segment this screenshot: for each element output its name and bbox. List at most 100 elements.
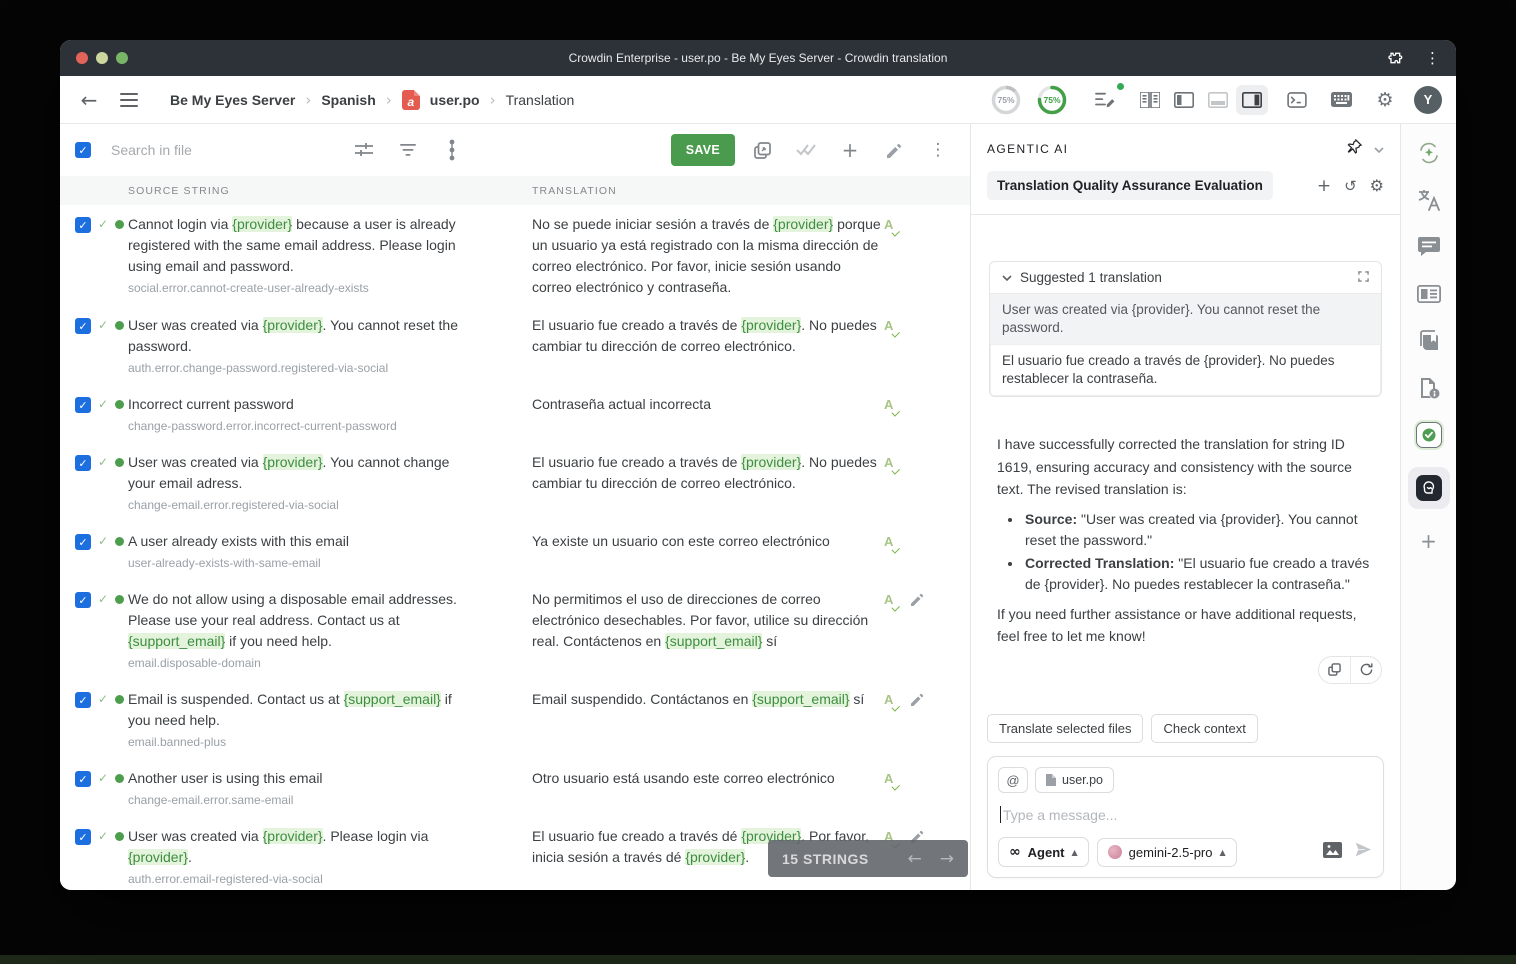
spellcheck-icon[interactable]: A — [884, 693, 893, 707]
source-string[interactable]: Email is suspended. Contact us at {suppo… — [128, 689, 472, 731]
more-options-icon[interactable]: ⋮ — [921, 134, 955, 166]
edit-translation-icon[interactable] — [911, 693, 924, 711]
copy-source-icon[interactable] — [745, 134, 779, 166]
breadcrumb-file[interactable]: user.po — [430, 92, 480, 108]
translation-text[interactable]: El usuario fue creado a través de {provi… — [532, 315, 884, 357]
context-card-icon[interactable] — [1414, 279, 1444, 309]
layout-bottom-panel-icon[interactable] — [1202, 85, 1234, 115]
keyboard-shortcuts-icon[interactable] — [1326, 85, 1356, 115]
spellcheck-icon[interactable]: A — [884, 456, 893, 470]
select-all-checkbox[interactable]: ✓ — [75, 142, 91, 158]
qa-checker-app-icon[interactable] — [1414, 420, 1444, 450]
translation-text[interactable]: No se puede iniciar sesión a través de {… — [532, 214, 884, 298]
string-order-icon[interactable] — [435, 134, 469, 166]
spellcheck-icon[interactable]: A — [884, 319, 893, 333]
breadcrumb-language[interactable]: Spanish — [321, 92, 375, 108]
row-checkbox[interactable]: ✓ — [75, 455, 91, 471]
row-checkbox[interactable]: ✓ — [75, 397, 91, 413]
layout-side-by-side-icon[interactable] — [1134, 85, 1166, 115]
layout-left-panel-icon[interactable] — [1168, 85, 1200, 115]
send-message-icon[interactable] — [1354, 841, 1373, 863]
translate-selected-files-button[interactable]: Translate selected files — [987, 714, 1143, 743]
browser-menu-icon[interactable]: ⋮ — [1425, 49, 1440, 67]
new-chat-icon[interactable]: + — [1317, 176, 1331, 196]
table-row[interactable]: ✓ ✓ A user already exists with this emai… — [60, 522, 970, 580]
approve-all-icon[interactable] — [789, 134, 823, 166]
row-checkbox[interactable]: ✓ — [75, 318, 91, 334]
translation-text[interactable]: Contraseña actual incorrecta — [532, 394, 884, 415]
avatar[interactable]: Y — [1414, 86, 1442, 114]
translation-text[interactable]: Otro usuario está usando este correo ele… — [532, 768, 884, 789]
table-row[interactable]: ✓ ✓ We do not allow using a disposable e… — [60, 580, 970, 680]
source-string[interactable]: User was created via {provider}. Please … — [128, 826, 472, 868]
regenerate-icon[interactable] — [1350, 657, 1381, 683]
history-icon[interactable]: ↺ — [1344, 177, 1357, 195]
row-checkbox[interactable]: ✓ — [75, 692, 91, 708]
spellcheck-icon[interactable]: A — [884, 593, 893, 607]
file-info-icon[interactable] — [1414, 373, 1444, 403]
comments-icon[interactable] — [1414, 232, 1444, 262]
context-file-chip[interactable]: user.po — [1035, 767, 1114, 793]
suggested-translation-text[interactable]: El usuario fue creado a través de {provi… — [990, 344, 1381, 396]
close-window-button[interactable] — [76, 52, 88, 64]
ai-settings-gear-icon[interactable]: ⚙ — [1370, 176, 1384, 195]
copy-message-icon[interactable] — [1319, 657, 1350, 683]
add-string-icon[interactable]: + — [833, 134, 867, 166]
tab-quality-assurance[interactable]: Translation Quality Assurance Evaluation — [987, 171, 1273, 200]
editor-mode-icon[interactable] — [1090, 85, 1120, 115]
translation-text[interactable]: Email suspendido. Contáctanos en {suppor… — [532, 689, 884, 710]
table-row[interactable]: ✓ ✓ Email is suspended. Contact us at {s… — [60, 680, 970, 759]
back-icon[interactable]: ← — [74, 85, 104, 115]
row-checkbox[interactable]: ✓ — [75, 592, 91, 608]
prev-page-icon[interactable]: ← — [908, 849, 922, 869]
table-row[interactable]: ✓ ✓ Cannot login via {provider} because … — [60, 205, 970, 306]
row-checkbox[interactable]: ✓ — [75, 771, 91, 787]
translation-text[interactable]: El usuario fue creado a través de {provi… — [532, 452, 884, 494]
check-context-button[interactable]: Check context — [1151, 714, 1257, 743]
model-dropdown[interactable]: gemini-2.5-pro ▲ — [1097, 838, 1237, 867]
source-string[interactable]: User was created via {provider}. You can… — [128, 315, 472, 357]
settings-gear-icon[interactable]: ⚙ — [1370, 85, 1400, 115]
console-icon[interactable] — [1282, 85, 1312, 115]
minimize-window-button[interactable] — [96, 52, 108, 64]
expand-icon[interactable] — [1358, 270, 1369, 285]
source-string[interactable]: A user already exists with this email — [128, 531, 472, 552]
translation-text[interactable]: No permitimos el uso de direcciones de c… — [532, 589, 884, 652]
source-string[interactable]: Cannot login via {provider} because a us… — [128, 214, 472, 277]
zoom-window-button[interactable] — [116, 52, 128, 64]
main-menu-icon[interactable] — [114, 85, 144, 115]
advanced-filter-icon[interactable] — [347, 134, 381, 166]
breadcrumb-project[interactable]: Be My Eyes Server — [170, 92, 295, 108]
attach-image-icon[interactable] — [1323, 842, 1342, 863]
edit-translation-icon[interactable] — [911, 593, 924, 611]
glossary-icon[interactable] — [1414, 326, 1444, 356]
approved-progress-ring[interactable]: 75% — [1036, 84, 1068, 116]
spellcheck-icon[interactable]: A — [884, 398, 893, 412]
extensions-icon[interactable] — [1387, 50, 1403, 66]
search-input[interactable] — [111, 142, 281, 158]
spellcheck-icon[interactable]: A — [884, 535, 893, 549]
table-row[interactable]: ✓ ✓ Another user is using this email cha… — [60, 759, 970, 817]
message-input[interactable]: Type a message... — [1000, 806, 1371, 823]
translated-progress-ring[interactable]: 75% — [990, 84, 1022, 116]
edit-string-icon[interactable] — [877, 134, 911, 166]
layout-right-panel-icon[interactable] — [1236, 85, 1268, 115]
translation-text[interactable]: Ya existe un usuario con este correo ele… — [532, 531, 884, 552]
row-checkbox[interactable]: ✓ — [75, 217, 91, 233]
save-button[interactable]: SAVE — [671, 134, 735, 166]
breadcrumb-section[interactable]: Translation — [506, 92, 575, 108]
filter-icon[interactable] — [391, 134, 425, 166]
table-row[interactable]: ✓ ✓ Incorrect current password change-pa… — [60, 385, 970, 443]
pin-panel-icon[interactable] — [1347, 139, 1362, 159]
machine-translation-icon[interactable] — [1414, 185, 1444, 215]
next-page-icon[interactable]: → — [940, 849, 954, 869]
source-string[interactable]: We do not allow using a disposable email… — [128, 589, 472, 652]
mention-button[interactable]: @ — [998, 767, 1028, 793]
ai-assist-icon[interactable] — [1414, 138, 1444, 168]
agentic-ai-app-icon[interactable] — [1408, 467, 1450, 509]
add-app-icon[interactable]: + — [1414, 526, 1444, 556]
source-string[interactable]: Another user is using this email — [128, 768, 472, 789]
table-row[interactable]: ✓ ✓ User was created via {provider}. You… — [60, 306, 970, 385]
spellcheck-icon[interactable]: A — [884, 772, 893, 786]
row-checkbox[interactable]: ✓ — [75, 534, 91, 550]
